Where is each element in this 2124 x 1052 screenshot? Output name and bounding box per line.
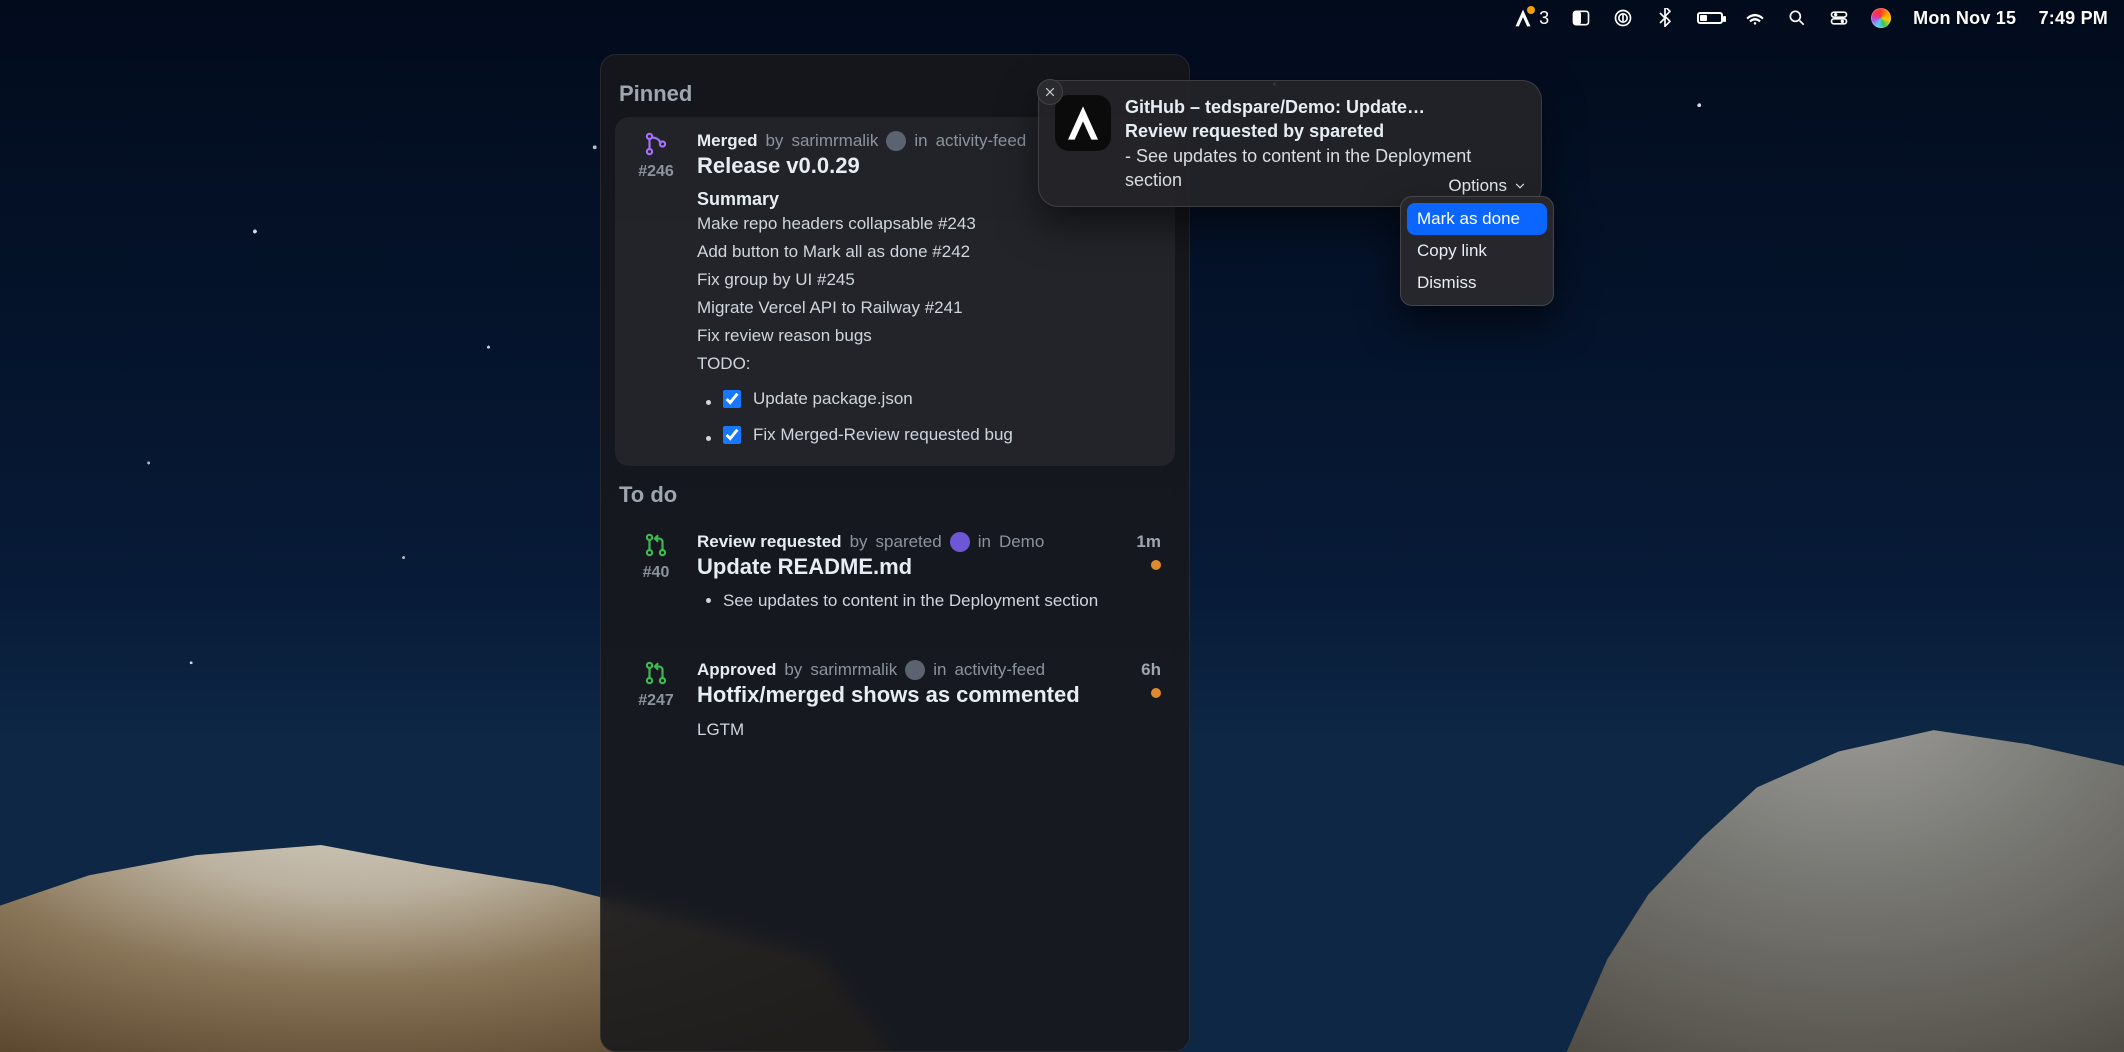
time-ago: 6h (1141, 660, 1161, 680)
summary-line: Add button to Mark all as done #242 (697, 238, 1161, 266)
options-button[interactable]: Options (1448, 176, 1527, 196)
in-label: in (933, 660, 946, 680)
todo-checklist: Update package.json Fix Merged-Review re… (697, 384, 1161, 450)
toast-app-icon (1055, 95, 1111, 151)
pr-author[interactable]: spareted (876, 532, 942, 552)
pr-open-icon (643, 532, 669, 558)
todo-bullets: See updates to content in the Deployment… (697, 586, 1161, 616)
pr-status: Merged (697, 131, 757, 151)
in-label: in (978, 532, 991, 552)
todo-text: Fix Merged-Review requested bug (753, 420, 1013, 450)
close-button[interactable] (1037, 79, 1063, 105)
app-logo-icon (1063, 103, 1103, 143)
options-label: Options (1448, 176, 1507, 196)
menubar-bluetooth-item[interactable] (1655, 8, 1675, 28)
pr-status: Approved (697, 660, 776, 680)
pr-id: #40 (643, 564, 670, 582)
summary-line: Fix review reason bugs (697, 322, 1161, 350)
todo-checkbox[interactable] (723, 390, 741, 408)
pr-author[interactable]: sarimrmalik (810, 660, 897, 680)
chevron-down-icon (1513, 179, 1527, 193)
toast-title: GitHub – tedspare/Demo: Update… (1125, 95, 1525, 119)
pr-repo[interactable]: activity-feed (954, 660, 1045, 680)
options-menu: Mark as done Copy link Dismiss (1400, 196, 1554, 306)
time-ago: 1m (1136, 532, 1161, 552)
pr-open-icon (643, 660, 669, 686)
menubar-onepassword-item[interactable] (1613, 8, 1633, 28)
by-label: by (765, 131, 783, 151)
unread-dot-icon (1151, 688, 1161, 698)
todo-card[interactable]: #247 Approved by sarimrmalik in activity… (615, 646, 1175, 760)
app-badge-count: 3 (1539, 8, 1549, 29)
siri-icon (1871, 8, 1891, 28)
summary-line: Fix group by UI #245 (697, 266, 1161, 294)
notification-toast[interactable]: GitHub – tedspare/Demo: Update… Review r… (1038, 80, 1542, 207)
menu-item-dismiss[interactable]: Dismiss (1407, 267, 1547, 299)
todo-card[interactable]: #40 Review requested by spareted in Demo… (615, 518, 1175, 632)
avatar[interactable] (886, 131, 906, 151)
menu-item-copy-link[interactable]: Copy link (1407, 235, 1547, 267)
todo-checkbox[interactable] (723, 426, 741, 444)
bluetooth-icon (1655, 8, 1675, 28)
todo-body: LGTM (697, 716, 1161, 744)
todo-bullet: See updates to content in the Deployment… (723, 586, 1161, 616)
menubar-app-item[interactable]: 3 (1513, 8, 1549, 29)
unread-dot-icon (1151, 560, 1161, 570)
menubar-window-item[interactable] (1571, 8, 1591, 28)
menubar-wifi-item[interactable] (1745, 8, 1765, 28)
todo-text: Update package.json (753, 384, 913, 414)
pr-id: #247 (638, 692, 674, 710)
close-icon (1043, 85, 1057, 99)
wifi-icon (1745, 8, 1765, 28)
summary-line: Make repo headers collapsable #243 (697, 210, 1161, 238)
pr-author[interactable]: sarimrmalik (791, 131, 878, 151)
pr-status: Review requested (697, 532, 842, 552)
menubar-date: Mon Nov 15 (1913, 8, 2016, 29)
menu-item-mark-as-done[interactable]: Mark as done (1407, 203, 1547, 235)
summary-body: Make repo headers collapsable #243 Add b… (697, 210, 1161, 378)
pr-id: #246 (638, 163, 674, 181)
todo-header: Review requested by spareted in Demo 1m (697, 532, 1161, 552)
pr-repo[interactable]: Demo (999, 532, 1044, 552)
search-icon (1787, 8, 1807, 28)
menubar-control-center-item[interactable] (1829, 8, 1849, 28)
menubar-spotlight-item[interactable] (1787, 8, 1807, 28)
in-label: in (914, 131, 927, 151)
control-center-icon (1829, 8, 1849, 28)
section-todo-title: To do (601, 474, 1189, 518)
battery-icon (1697, 12, 1723, 24)
menubar-clock[interactable]: Mon Nov 15 7:49 PM (1913, 8, 2108, 29)
pr-title[interactable]: Hotfix/merged shows as commented (697, 682, 1080, 708)
onepassword-icon (1613, 8, 1633, 28)
pr-title[interactable]: Update README.md (697, 554, 912, 580)
summary-line: TODO: (697, 350, 1161, 378)
todo-header: Approved by sarimrmalik in activity-feed… (697, 660, 1161, 680)
macos-menubar: 3 Mon Nov 15 7:49 PM (0, 0, 2124, 36)
avatar[interactable] (950, 532, 970, 552)
by-label: by (850, 532, 868, 552)
toast-subtitle: Review requested by spareted (1125, 119, 1525, 143)
by-label: by (784, 660, 802, 680)
pr-repo[interactable]: activity-feed (936, 131, 1027, 151)
window-split-icon (1571, 8, 1591, 28)
notification-dot-icon (1527, 6, 1535, 14)
summary-line: Migrate Vercel API to Railway #241 (697, 294, 1161, 322)
avatar[interactable] (905, 660, 925, 680)
menubar-time: 7:49 PM (2039, 8, 2108, 29)
pr-merged-icon (643, 131, 669, 157)
menubar-siri-item[interactable] (1871, 8, 1891, 28)
menubar-battery-item[interactable] (1697, 12, 1723, 24)
